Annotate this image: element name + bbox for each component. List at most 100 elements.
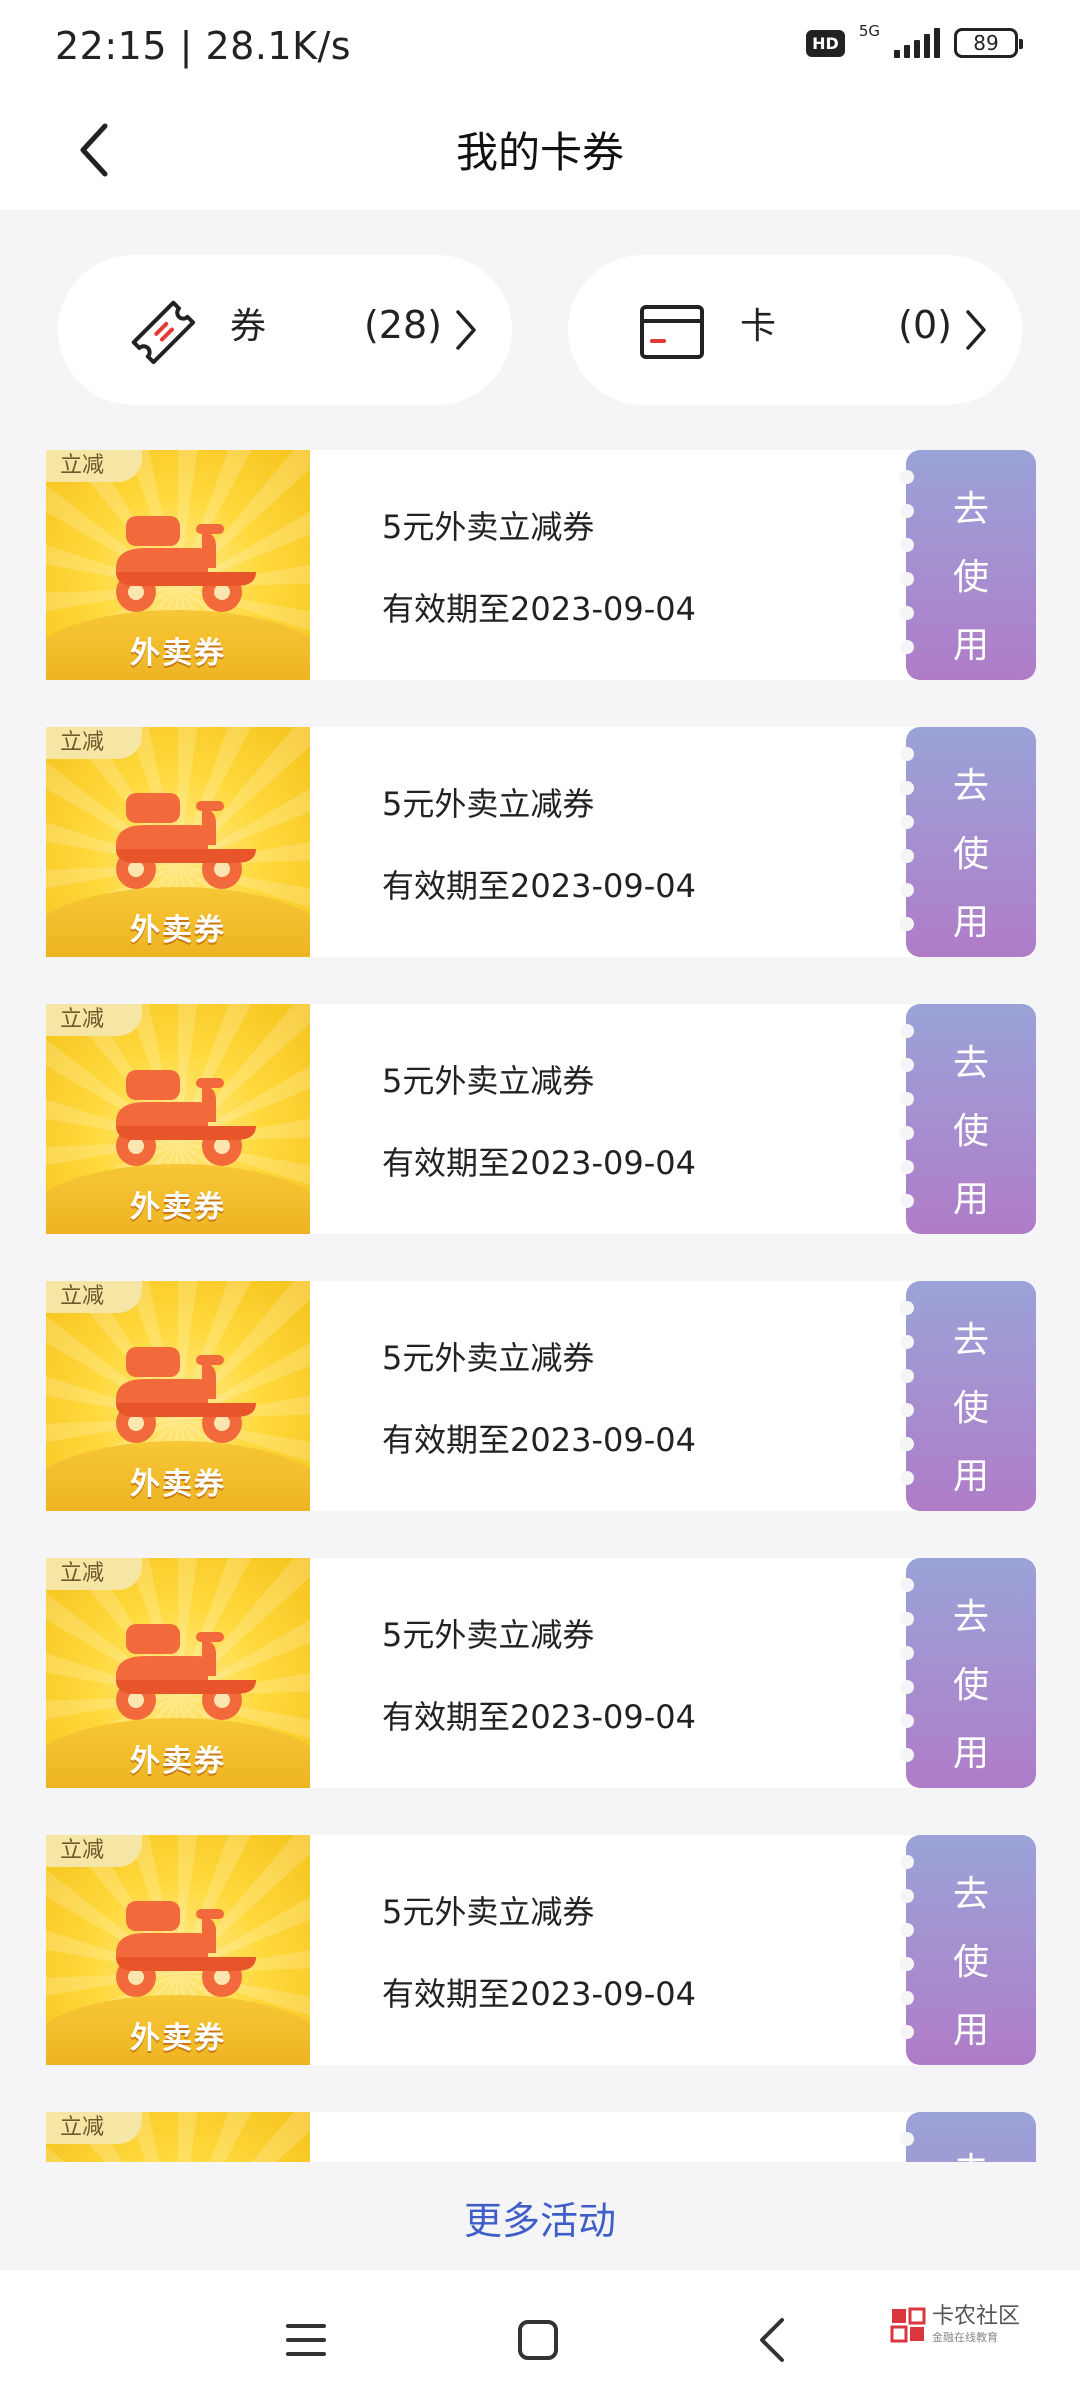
cards-count: (0) [898, 303, 952, 347]
coupon-title: 5元外卖立减券 [382, 1893, 595, 1931]
watermark-main-text: 卡农社区 [931, 2304, 1020, 2329]
use-coupon-button[interactable]: 去 [900, 2112, 1036, 2162]
coupon-item: 立减 去 [46, 2112, 1036, 2162]
scooter-icon [116, 1901, 256, 1997]
status-indicators: HD 5G 89 [806, 22, 1023, 58]
use-button-char: 用 [952, 1733, 989, 1774]
system-back-button[interactable] [742, 2310, 802, 2370]
coupon-thumbnail: 立减 [46, 2112, 310, 2162]
use-button-char: 用 [952, 625, 989, 666]
coupon-body: 5元外卖立减券 有效期至2023-09-04 [310, 450, 940, 680]
card-icon [636, 295, 708, 367]
use-coupon-button[interactable]: 去 使 用 [900, 1281, 1036, 1511]
use-button-char: 用 [952, 902, 989, 943]
menu-button[interactable] [276, 2310, 336, 2370]
coupon-item: 立减 外卖券 5元外卖立减券 有效期至2023-09-04 去 使 用 [46, 450, 1036, 680]
coupon-item: 立减 外卖券 5元外卖立减券 有效期至2023-09-04 去 使 用 [46, 727, 1036, 957]
scooter-icon [116, 1347, 256, 1443]
discount-tag: 立减 [46, 727, 142, 759]
chevron-right-icon [958, 305, 994, 355]
coupon-thumb-label: 外卖券 [130, 636, 226, 671]
menu-icon [286, 2324, 326, 2356]
use-button-char: 去 [952, 489, 989, 530]
use-button-char: 使 [952, 1665, 989, 1706]
discount-tag: 立减 [46, 1835, 142, 1867]
use-button-char: 用 [952, 2010, 989, 2051]
coupon-thumbnail: 立减 外卖券 [46, 1004, 310, 1234]
coupon-title: 5元外卖立减券 [382, 1616, 595, 1654]
coupon-item: 立减 外卖券 5元外卖立减券 有效期至2023-09-04 去 使 用 [46, 1281, 1036, 1511]
more-activities-link[interactable]: 更多活动 [0, 2190, 1080, 2245]
coupon-expiry: 有效期至2023-09-04 [382, 1698, 696, 1736]
coupon-body: 5元外卖立减券 有效期至2023-09-04 [310, 1281, 940, 1511]
signal-icon [894, 28, 940, 58]
discount-tag: 立减 [46, 1281, 142, 1313]
watermark-logo: 卡农社区 金融在线教育 [890, 2306, 1020, 2343]
use-coupon-button[interactable]: 去 使 用 [900, 450, 1036, 680]
coupon-thumb-label: 外卖券 [130, 1467, 226, 1502]
use-coupon-button[interactable]: 去 使 用 [900, 1558, 1036, 1788]
use-button-char: 用 [952, 1456, 989, 1497]
kanong-logo-icon [890, 2307, 926, 2342]
status-bar: 22:15 | 28.1K/s HD 5G 89 [0, 0, 1080, 95]
coupon-body: 5元外卖立减券 有效期至2023-09-04 [310, 1835, 940, 2065]
coupon-thumbnail: 立减 外卖券 [46, 1281, 310, 1511]
coupon-body [310, 2112, 940, 2162]
coupon-expiry: 有效期至2023-09-04 [382, 1975, 696, 2013]
use-coupon-button[interactable]: 去 使 用 [900, 1835, 1036, 2065]
coupon-thumb-label: 外卖券 [130, 2021, 226, 2056]
home-button[interactable] [508, 2310, 568, 2370]
coupon-thumbnail: 立减 外卖券 [46, 1558, 310, 1788]
coupon-body: 5元外卖立减券 有效期至2023-09-04 [310, 1004, 940, 1234]
use-button-char: 去 [952, 766, 989, 807]
page-title: 我的卡券 [455, 128, 624, 177]
coupon-title: 5元外卖立减券 [382, 1062, 595, 1100]
chevron-right-icon [448, 305, 484, 355]
discount-tag: 立减 [46, 2112, 142, 2144]
battery-level: 89 [973, 31, 999, 55]
use-button-char: 去 [952, 1597, 989, 1638]
coupon-expiry: 有效期至2023-09-04 [382, 867, 696, 905]
coupon-list[interactable]: 立减 外卖券 5元外卖立减券 有效期至2023-09-04 去 使 用 立减 外… [0, 450, 1080, 2162]
cards-label: 卡 [740, 306, 777, 347]
hd-icon: HD [806, 29, 845, 57]
coupon-expiry: 有效期至2023-09-04 [382, 1421, 696, 1459]
coupon-expiry: 有效期至2023-09-04 [382, 1144, 696, 1182]
coupon-item: 立减 外卖券 5元外卖立减券 有效期至2023-09-04 去 使 用 [46, 1835, 1036, 2065]
top-app-bar: 我的卡券 [0, 95, 1080, 210]
status-time: 22:15 | 28.1K/s [55, 24, 352, 68]
use-coupon-button[interactable]: 去 使 用 [900, 727, 1036, 957]
watermark-sub-text: 金融在线教育 [931, 2331, 998, 2344]
coupon-item: 立减 外卖券 5元外卖立减券 有效期至2023-09-04 去 使 用 [46, 1004, 1036, 1234]
coupons-label: 券 [230, 306, 267, 347]
coupon-title: 5元外卖立减券 [382, 1339, 595, 1377]
system-nav-bar: 卡农社区 金融在线教育 [0, 2270, 1080, 2400]
use-button-char: 用 [952, 1179, 989, 1220]
scooter-icon [116, 1070, 256, 1166]
scooter-icon [116, 516, 256, 612]
use-button-char: 去 [952, 1874, 989, 1915]
use-button-char: 使 [952, 557, 989, 598]
use-button-char: 使 [952, 1388, 989, 1429]
coupon-title: 5元外卖立减券 [382, 785, 595, 823]
coupon-thumbnail: 立减 外卖券 [46, 450, 310, 680]
scooter-icon [116, 793, 256, 889]
coupon-thumbnail: 立减 外卖券 [46, 1835, 310, 2065]
use-button-char: 去 [953, 2142, 989, 2162]
coupons-summary-button[interactable]: 券 (28) [58, 255, 512, 405]
coupon-thumb-label: 外卖券 [130, 1744, 226, 1779]
coupon-thumb-label: 外卖券 [130, 1190, 226, 1225]
discount-tag: 立减 [46, 1004, 142, 1036]
scooter-icon [116, 1624, 256, 1720]
coupon-expiry: 有效期至2023-09-04 [382, 590, 696, 628]
use-button-char: 使 [952, 1111, 989, 1152]
network-type: 5G [858, 22, 880, 40]
use-button-char: 去 [952, 1320, 989, 1361]
battery-icon: 89 [954, 28, 1023, 58]
coupon-body: 5元外卖立减券 有效期至2023-09-04 [310, 727, 940, 957]
coupon-thumb-label: 外卖券 [130, 913, 226, 948]
cards-summary-button[interactable]: 卡 (0) [568, 255, 1022, 405]
use-button-char: 使 [952, 834, 989, 875]
use-button-char: 去 [952, 1043, 989, 1084]
use-coupon-button[interactable]: 去 使 用 [900, 1004, 1036, 1234]
